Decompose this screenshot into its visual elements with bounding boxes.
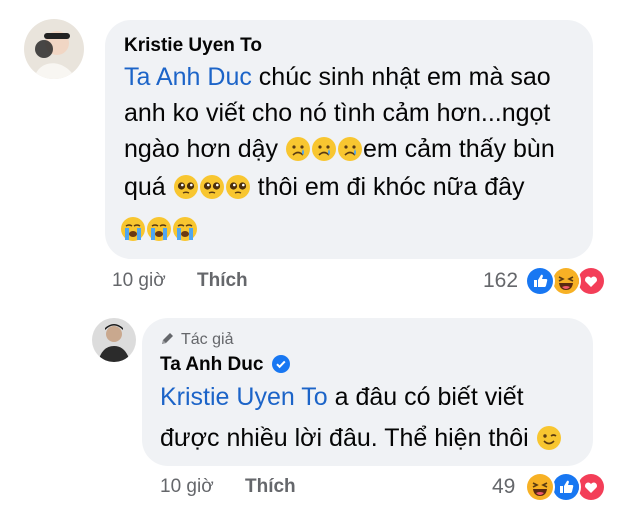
reply-mention-link[interactable]: Kristie Uyen To [160,383,328,411]
reply-text: được nhiều lời đâu. Thể hiện thôi [160,424,536,452]
reply-text-line-2: được nhiều lời đâu. Thể hiện thôi [160,423,562,453]
reply-like-button[interactable]: Thích [245,476,296,498]
comment-text: em cảm thấy bùn [362,135,555,163]
comment-mention-link[interactable]: Ta Anh Duc [124,63,252,91]
reply-author-name[interactable]: Ta Anh Duc [160,354,290,379]
like-icon[interactable] [551,472,581,502]
avatar-kristie[interactable] [24,19,84,79]
loudly-crying-face-icon [172,216,198,242]
crying-face-icon [311,136,337,162]
author-badge-label: Tác giả [181,331,234,348]
reply-text: a đâu có biết viết [327,383,524,411]
comment-text-line-3: ngào hơn dậy em cảm thấy bùn [124,134,555,164]
crying-face-icon [337,136,363,162]
comment-reaction-count[interactable]: 162 [483,269,518,293]
comment-text-line-4: quá thôi em đi khóc nữa đây [124,172,525,202]
loudly-crying-face-icon [146,216,172,242]
avatar-ta-anh-duc[interactable] [92,318,136,362]
reply-text-line-1: Kristie Uyen To a đâu có biết viết [160,382,524,412]
reply-reaction-count[interactable]: 49 [492,475,515,499]
reply-author-label: Ta Anh Duc [160,354,264,375]
comment-text: thôi em đi khóc nữa đây [250,173,525,201]
pleading-face-icon [173,174,199,200]
comment-author-name[interactable]: Kristie Uyen To [124,35,262,57]
comment-text-line-5 [120,214,198,244]
comment-text-line-2: anh ko viết cho nó tình cảm hơn...ngọt [124,99,551,127]
reply-timestamp[interactable]: 10 giờ [160,476,214,498]
haha-icon[interactable] [551,266,581,296]
verified-badge-icon [271,355,290,379]
author-badge: Tác giả [160,331,233,351]
loudly-crying-face-icon [120,216,146,242]
crying-face-icon [285,136,311,162]
pleading-face-icon [225,174,251,200]
comment-text-line-1: Ta Anh Duc chúc sinh nhật em mà sao [124,62,551,92]
haha-icon[interactable] [525,472,555,502]
comment-text: chúc sinh nhật em mà sao [251,63,551,91]
winking-face-icon [536,425,562,451]
pencil-icon [160,331,175,351]
pleading-face-icon [199,174,225,200]
comment-timestamp[interactable]: 10 giờ [112,270,166,292]
comment-like-button[interactable]: Thích [197,270,248,292]
comment-text: ngào hơn dậy [124,135,285,163]
like-icon[interactable] [525,266,555,296]
comment-text: quá [124,173,173,201]
